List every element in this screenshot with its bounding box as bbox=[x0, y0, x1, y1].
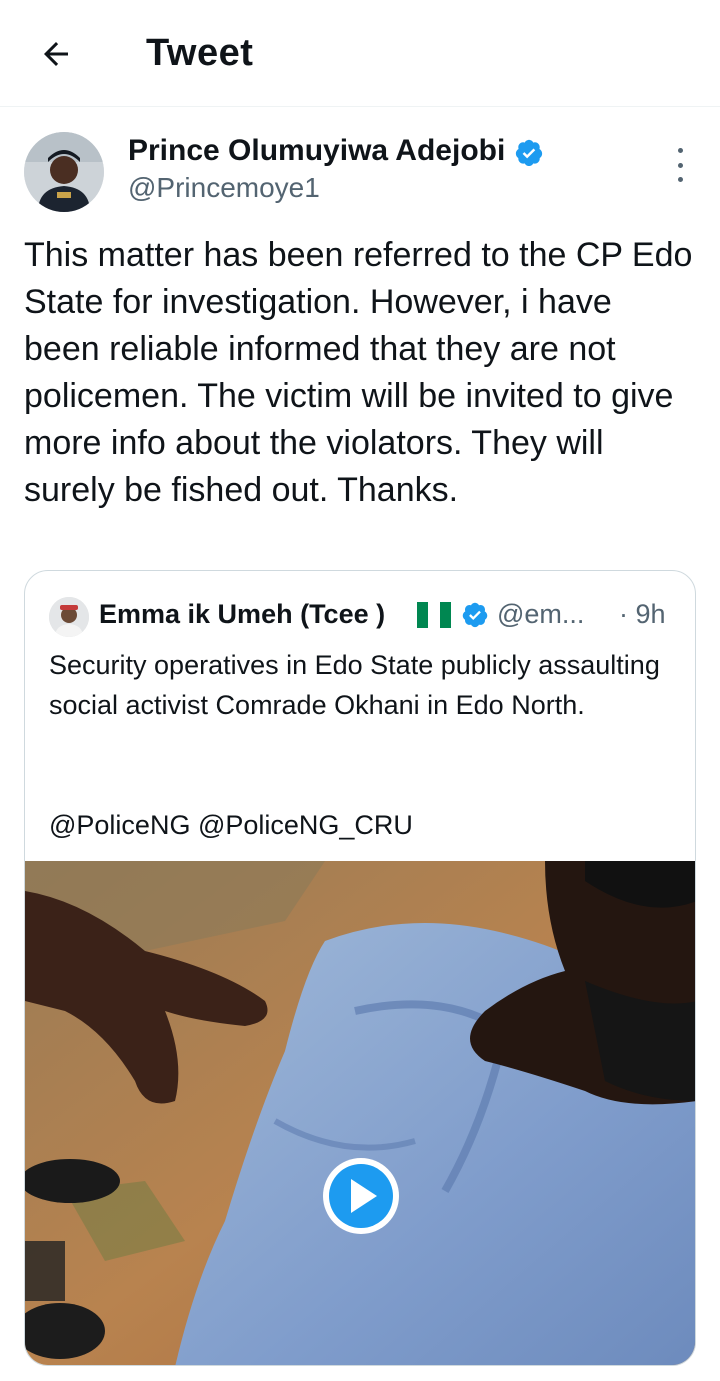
tweet-text: This matter has been referred to the CP … bbox=[24, 236, 693, 509]
verified-badge-icon bbox=[515, 139, 543, 167]
quoted-author-name[interactable]: Emma ik Umeh (Tcee ) bbox=[99, 599, 385, 630]
author-handle[interactable]: @Princemoye1 bbox=[128, 172, 320, 204]
header-divider bbox=[0, 106, 720, 107]
top-bar: Tweet bbox=[0, 0, 720, 106]
author-avatar[interactable] bbox=[24, 132, 104, 212]
dot-icon bbox=[677, 162, 683, 168]
dot-icon bbox=[677, 177, 683, 182]
nigeria-flag-icon bbox=[417, 602, 451, 628]
more-options-button[interactable] bbox=[666, 148, 694, 182]
author-name[interactable]: Prince Olumuyiwa Adejobi bbox=[128, 134, 505, 168]
quoted-timestamp: · 9h bbox=[619, 599, 666, 629]
verified-badge-icon bbox=[462, 602, 488, 628]
page-title: Tweet bbox=[146, 32, 254, 74]
quoted-mentions[interactable]: @PoliceNG @PoliceNG_CRU bbox=[49, 805, 413, 845]
quoted-tweet-text: Security operatives in Edo State publicl… bbox=[49, 650, 660, 720]
arrow-left-icon bbox=[44, 42, 68, 66]
video-thumbnail[interactable] bbox=[25, 861, 695, 1365]
play-icon[interactable] bbox=[321, 1156, 401, 1236]
dot-icon bbox=[677, 148, 683, 153]
back-button[interactable] bbox=[36, 34, 76, 74]
quoted-author-handle[interactable]: @em... bbox=[497, 599, 584, 630]
quoted-author-avatar[interactable] bbox=[49, 597, 89, 637]
quoted-tweet-card[interactable]: Emma ik Umeh (Tcee ) @em... · 9h Securit… bbox=[24, 570, 696, 1366]
